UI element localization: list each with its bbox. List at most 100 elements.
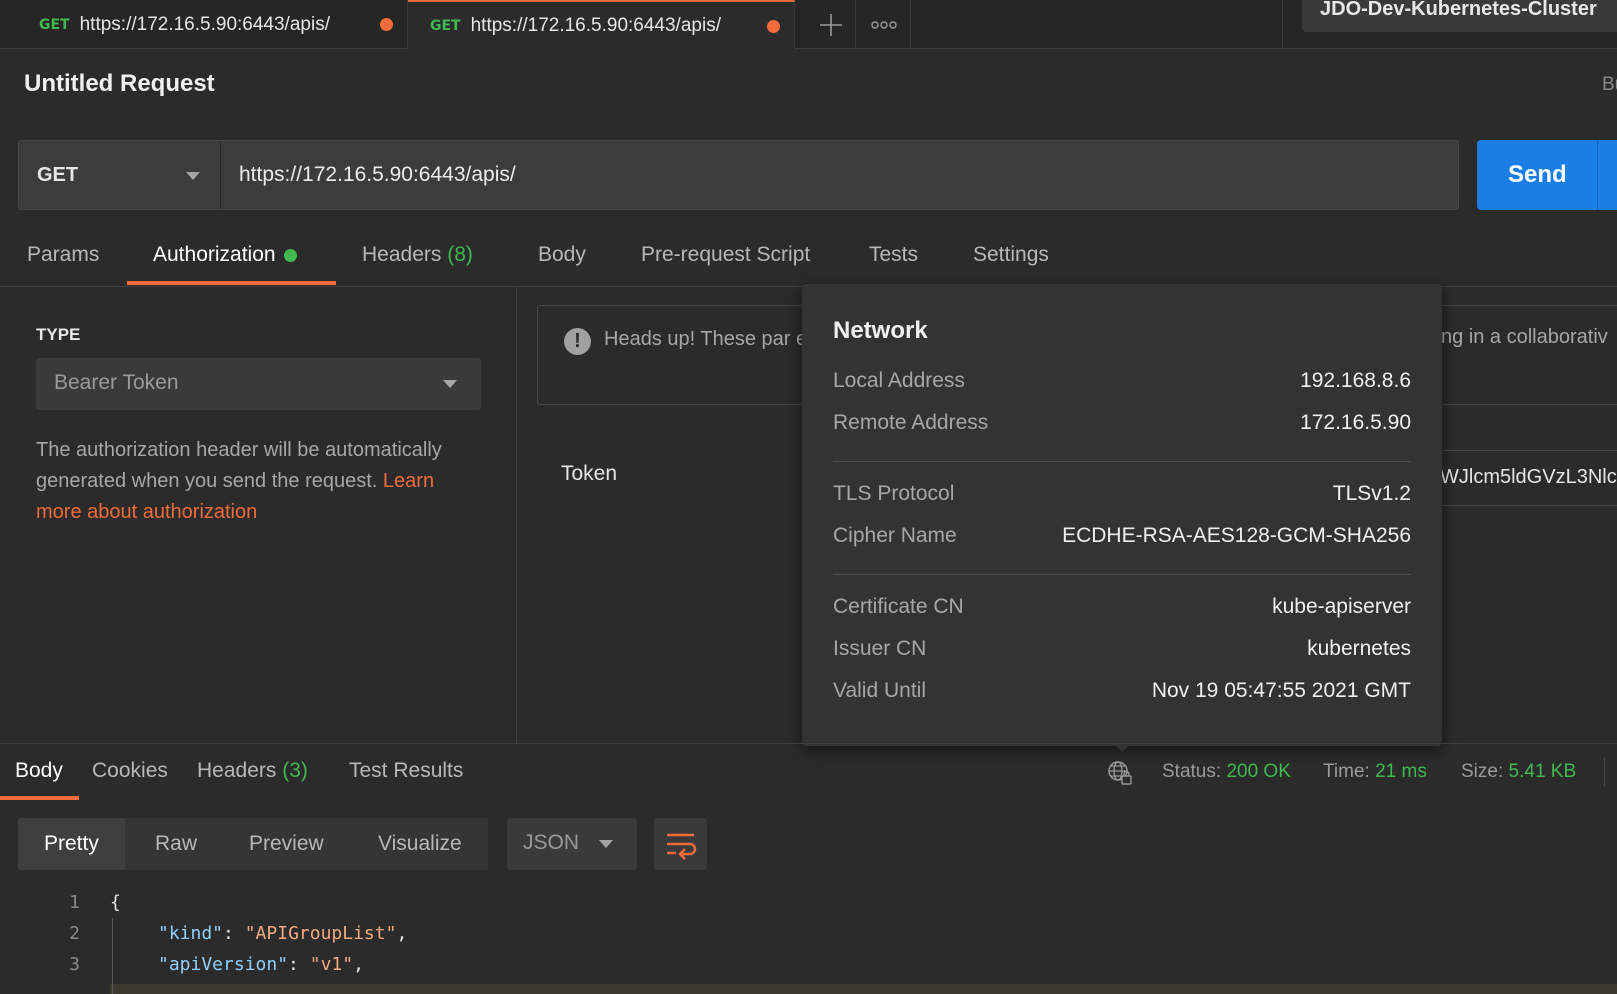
warning-icon: !	[564, 328, 591, 355]
heads-up-text: Heads up! These par environment, we rec	[604, 328, 814, 350]
tab-prerequest-script[interactable]: Pre-request Script	[641, 243, 810, 267]
popover-title: Network	[833, 317, 928, 344]
line-number: 3	[69, 954, 80, 975]
request-tab-1[interactable]: GET https://172.16.5.90:6443/apis/	[17, 0, 408, 49]
url-bar: GET https://172.16.5.90:6443/apis/	[18, 140, 1459, 210]
network-row: Local Address 192.168.8.6	[833, 369, 1411, 399]
active-tab-indicator	[127, 281, 336, 285]
json-key: "apiVersion"	[158, 954, 289, 975]
build-button-edge[interactable]: Bu	[1602, 74, 1617, 96]
request-title[interactable]: Untitled Request	[24, 70, 215, 98]
status-label: Status:	[1162, 761, 1222, 782]
response-tab-headers[interactable]: Headers (3)	[197, 759, 308, 783]
auth-type-select[interactable]: Bearer Token	[36, 358, 481, 410]
format-select[interactable]: JSON	[507, 818, 637, 870]
wrap-lines-button[interactable]	[654, 818, 707, 870]
indent-guide	[112, 918, 113, 994]
size-label: Size:	[1461, 761, 1504, 782]
tab-settings[interactable]: Settings	[973, 243, 1049, 267]
method-value: GET	[37, 163, 79, 186]
new-tab-button[interactable]	[806, 0, 856, 49]
row-key: TLS Protocol	[833, 482, 955, 505]
tab-params[interactable]: Params	[27, 243, 99, 267]
divider	[1604, 757, 1605, 787]
tab-label: Headers	[362, 243, 442, 266]
network-row: Remote Address 172.16.5.90	[833, 411, 1411, 441]
send-button[interactable]: Send	[1477, 140, 1617, 210]
json-comma: ,	[396, 923, 408, 944]
unsaved-dot	[767, 19, 780, 33]
plus-icon	[819, 13, 842, 36]
code-line: {	[110, 892, 121, 913]
tab-body[interactable]: Body	[538, 243, 586, 267]
row-value: 192.168.8.6	[1300, 369, 1411, 392]
tab-bar: GET https://172.16.5.90:6443/apis/ GET h…	[0, 0, 1617, 50]
json-value: "v1"	[309, 954, 354, 975]
environment-select[interactable]: JDO-Dev-Kubernetes-Cluster	[1302, 0, 1617, 32]
globe-lock-icon[interactable]	[1107, 760, 1133, 786]
tab-method: GET	[39, 16, 70, 33]
token-input[interactable]: WJlcm5ldGVzL3Nlc	[1430, 450, 1617, 506]
view-raw[interactable]: Raw	[155, 818, 197, 870]
row-value: Nov 19 05:47:55 2021 GMT	[1151, 679, 1411, 702]
url-input[interactable]: https://172.16.5.90:6443/apis/	[239, 141, 516, 209]
tab-url: https://172.16.5.90:6443/apis/	[79, 13, 330, 35]
response-tab-body[interactable]: Body	[15, 759, 63, 783]
view-preview[interactable]: Preview	[249, 818, 324, 870]
chevron-down-icon	[599, 840, 613, 848]
current-line-highlight	[110, 984, 1617, 994]
row-key: Cipher Name	[833, 524, 957, 547]
row-value: kubernetes	[1307, 637, 1411, 660]
type-label: TYPE	[36, 325, 81, 344]
tab-method: GET	[430, 18, 461, 34]
row-key: Local Address	[833, 369, 965, 392]
divider	[833, 461, 1411, 462]
response-tab-test-results[interactable]: Test Results	[349, 759, 463, 783]
size-indicator: Size: 5.41 KB	[1461, 761, 1576, 783]
format-value: JSON	[523, 831, 580, 854]
row-key: Remote Address	[833, 411, 989, 434]
tab-headers[interactable]: Headers (8)	[362, 243, 473, 267]
auth-help-text: The authorization header will be automat…	[36, 435, 476, 528]
active-dot	[283, 248, 297, 262]
network-popover: Network Local Address 192.168.8.6 Remote …	[802, 284, 1442, 746]
time-indicator: Time: 21 ms	[1323, 761, 1427, 783]
json-value: "APIGroupList"	[244, 923, 397, 944]
tab-authorization[interactable]: Authorization	[153, 243, 297, 267]
code-line: "apiVersion": "v1",	[158, 954, 364, 975]
ellipsis-icon	[871, 20, 897, 29]
line-number: 2	[69, 923, 80, 944]
auth-type-value: Bearer Token	[54, 371, 179, 394]
tab-label: Headers	[197, 759, 277, 782]
code-line: "kind": "APIGroupList",	[158, 923, 407, 944]
view-pretty[interactable]: Pretty	[18, 818, 125, 870]
tab-label: Authorization	[153, 243, 276, 266]
response-code[interactable]: 1 { 2 "kind": "APIGroupList", 3 "apiVers…	[0, 888, 1617, 994]
request-tabs: Params Authorization Headers (8) Body Pr…	[0, 237, 1617, 287]
unsaved-dot	[380, 18, 393, 31]
row-key: Certificate CN	[833, 595, 964, 618]
network-row: Cipher Name ECDHE-RSA-AES128-GCM-SHA256	[833, 524, 1411, 554]
auth-type-panel: TYPE Bearer Token The authorization head…	[0, 287, 517, 743]
status-value: 200 OK	[1226, 761, 1291, 782]
headers-count: (3)	[282, 759, 308, 782]
response-view-bar: Pretty Raw Preview Visualize	[18, 818, 488, 870]
headers-count: (8)	[447, 243, 473, 266]
row-key: Valid Until	[833, 679, 926, 702]
row-value: kube-apiserver	[1272, 595, 1411, 618]
json-key: "kind"	[158, 923, 224, 944]
response-tab-cookies[interactable]: Cookies	[92, 759, 168, 783]
request-tab-2[interactable]: GET https://172.16.5.90:6443/apis/	[408, 0, 795, 50]
tab-tests[interactable]: Tests	[869, 243, 918, 267]
json-sep: :	[288, 954, 310, 975]
help-text: The authorization header will be automat…	[36, 439, 442, 492]
row-value: ECDHE-RSA-AES128-GCM-SHA256	[1062, 524, 1411, 547]
heads-up-text-tail: ng in a collaborativ	[1441, 326, 1608, 348]
network-row: TLS Protocol TLSv1.2	[833, 482, 1411, 512]
more-tabs-button[interactable]	[858, 0, 911, 49]
token-label: Token	[561, 462, 618, 485]
tab-url: https://172.16.5.90:6443/apis/	[470, 15, 721, 36]
active-tab-indicator	[0, 796, 79, 800]
view-visualize[interactable]: Visualize	[378, 818, 462, 870]
method-select[interactable]: GET	[19, 141, 221, 209]
